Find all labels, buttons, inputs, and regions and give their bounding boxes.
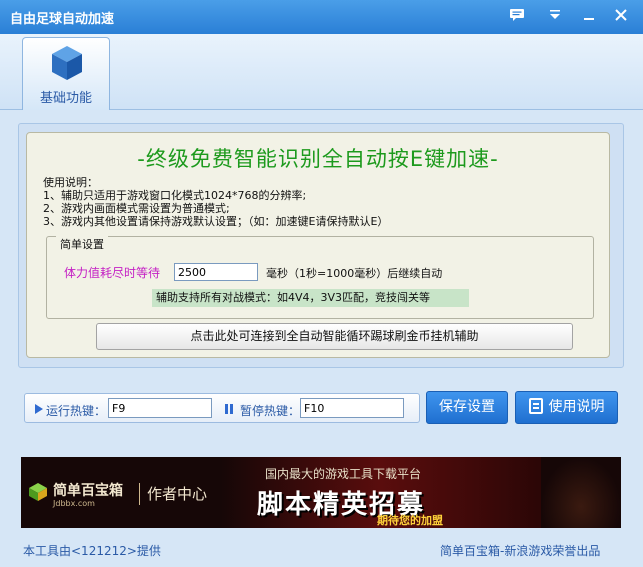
cube-icon	[52, 46, 82, 80]
window-title: 自由足球自动加速	[10, 12, 115, 27]
help-label: 使用说明	[548, 399, 605, 415]
usage-line: 3、游戏内其他设置请保持游戏默认设置；（如：加速键E请保持默认E）	[43, 215, 389, 228]
banner-tagline: 期待您的加盟	[377, 514, 443, 527]
run-hotkey-label: 运行热键：	[46, 404, 107, 418]
usage-heading: 使用说明：	[43, 176, 98, 189]
headline: -终级免费智能识别全自动按E键加速-	[137, 147, 499, 171]
stamina-wait-hint: 毫秒（1秒=1000毫秒）后继续自动	[266, 267, 443, 280]
close-icon[interactable]	[612, 8, 630, 26]
help-button[interactable]: 使用说明	[515, 391, 618, 424]
minimize-icon[interactable]	[580, 8, 598, 26]
footer-publisher-link[interactable]: 简单百宝箱-新浪游戏荣誉出品	[440, 542, 600, 559]
footer-provider: 本工具由<121212>提供	[23, 544, 161, 558]
banner-divider	[139, 483, 140, 505]
dropdown-icon[interactable]	[546, 8, 564, 26]
document-icon	[528, 398, 543, 414]
stamina-wait-input[interactable]	[174, 263, 258, 281]
ad-banner[interactable]: 简单百宝箱 Jdbbx.com 作者中心 国内最大的游戏工具下载平台 脚本精英招…	[21, 457, 621, 528]
banner-subtitle: 国内最大的游戏工具下载平台	[265, 467, 422, 481]
pause-hotkey-input[interactable]	[300, 398, 404, 418]
settings-legend: 简单设置	[56, 236, 108, 252]
brand-url: Jdbbx.com	[53, 499, 95, 508]
tab-bar: 基础功能	[0, 34, 643, 110]
pause-hotkey-label: 暂停热键：	[240, 404, 301, 418]
play-icon	[35, 404, 43, 414]
stamina-wait-label: 体力值耗尽时等待	[64, 266, 161, 280]
modes-note: 辅助支持所有对战模式：如4V4，3V3匹配，竞技闯关等	[152, 289, 469, 307]
tab-label: 基础功能	[39, 91, 92, 106]
banner-figure-image	[541, 457, 621, 528]
save-settings-button[interactable]: 保存设置	[426, 391, 508, 424]
pause-icon	[225, 404, 233, 414]
usage-line: 2、游戏内画面模式需设置为普通模式;	[43, 202, 230, 215]
save-settings-label: 保存设置	[439, 399, 495, 415]
title-bar: 自由足球自动加速	[0, 0, 643, 34]
usage-line: 1、辅助只适用于游戏窗口化模式1024*768的分辨率;	[43, 189, 307, 202]
author-center-link[interactable]: 作者中心	[147, 483, 207, 504]
brand-cube-icon	[29, 483, 47, 501]
connect-auto-button[interactable]: 点击此处可连接到全自动智能循环踢球刷金币挂机辅助	[96, 323, 573, 350]
usage-instructions: 使用说明： 1、辅助只适用于游戏窗口化模式1024*768的分辨率; 2、游戏内…	[43, 176, 388, 228]
chat-icon[interactable]	[508, 8, 526, 26]
tab-basic-functions[interactable]: 基础功能	[22, 37, 110, 110]
run-hotkey-input[interactable]	[108, 398, 212, 418]
brand-name: 简单百宝箱	[53, 483, 123, 499]
